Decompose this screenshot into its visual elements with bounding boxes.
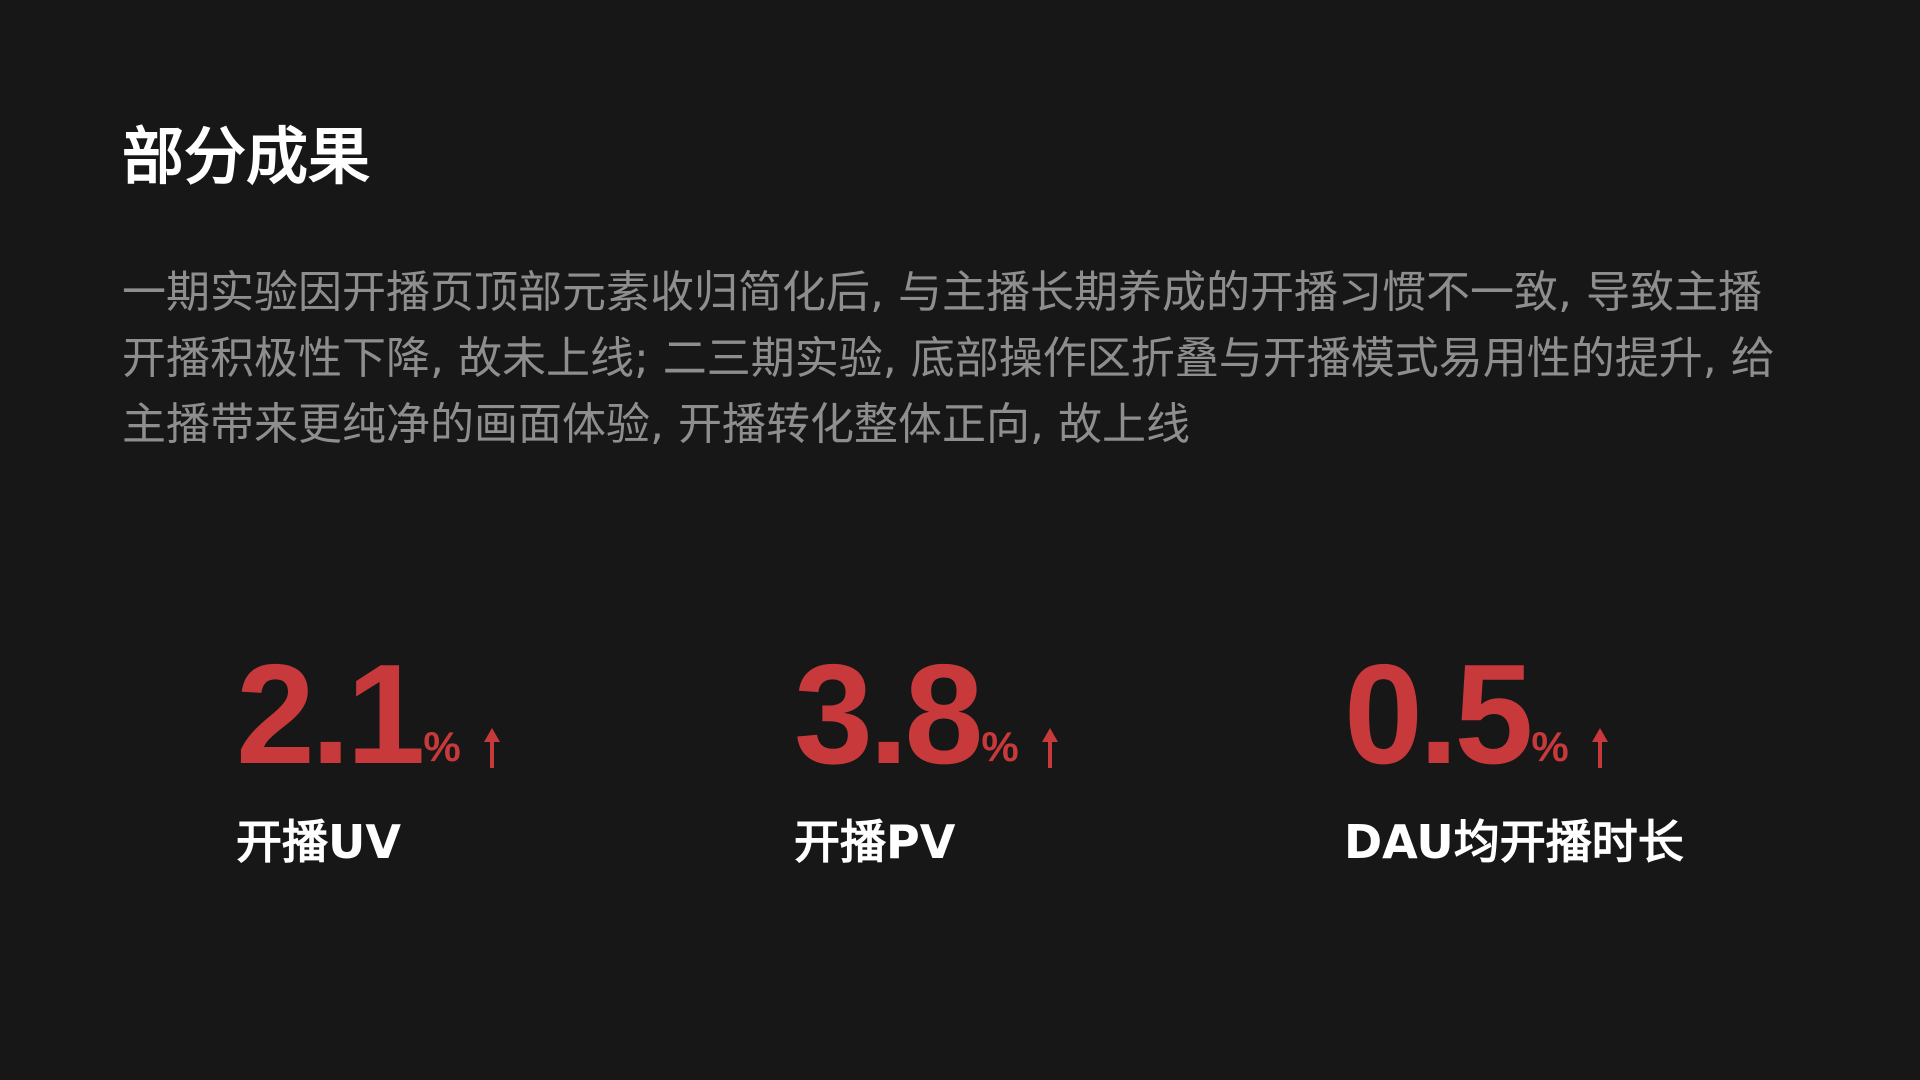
metric-label: 开播UV [236,815,401,869]
metric-value: 0.5 [1344,635,1533,794]
metric-unit: % [1531,723,1569,770]
metric-value: 3.8 [794,635,983,794]
metric-card-dau-broadcast-duration: 0.5 % DAU均开播时长 [1344,635,1844,872]
metric-value-row: 3.8 % [794,635,1294,794]
arrow-up-icon [1591,728,1608,768]
metric-unit: % [981,723,1019,770]
metric-unit: % [423,723,461,770]
arrow-up-icon [1041,728,1058,768]
metric-value-row: 2.1 % [236,635,736,794]
page-title: 部分成果 [122,120,371,193]
results-slide: 部分成果 一期实验因开播页顶部元素收归简化后, 与主播长期养成的开播习惯不一致,… [0,0,1920,1080]
metric-value: 2.1 [236,635,425,794]
metric-card-broadcast-uv: 2.1 % 开播UV [236,635,736,872]
results-description: 一期实验因开播页顶部元素收归简化后, 与主播长期养成的开播习惯不一致, 导致主播… [122,267,1775,450]
metric-card-broadcast-pv: 3.8 % 开播PV [794,635,1294,872]
metric-label: 开播PV [794,815,956,869]
arrow-up-icon [483,728,500,768]
metric-value-row: 0.5 % [1344,635,1844,794]
metric-label: DAU均开播时长 [1344,815,1684,869]
